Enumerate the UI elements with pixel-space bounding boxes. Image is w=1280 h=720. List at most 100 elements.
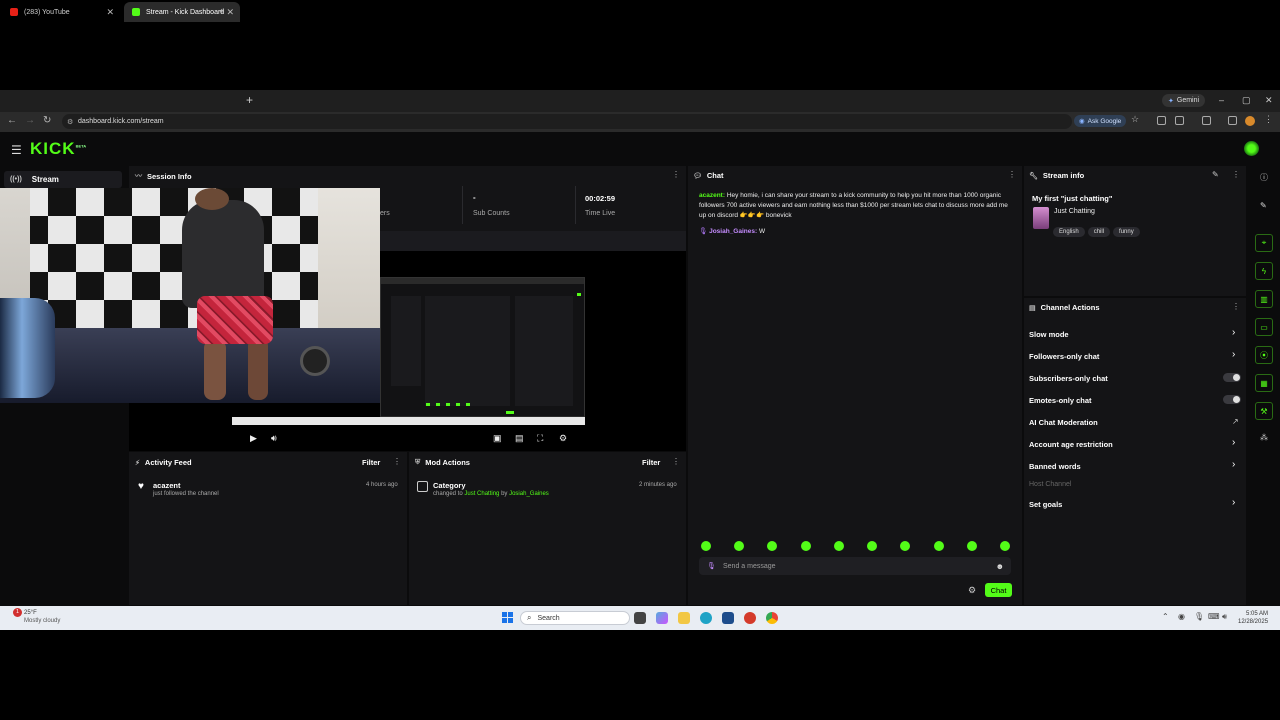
- browser-menu-icon[interactable]: ⋮: [1264, 114, 1273, 125]
- stream-category[interactable]: Just Chatting: [1054, 208, 1095, 215]
- app-icon[interactable]: [744, 612, 756, 624]
- send-chat-button[interactable]: Chat: [985, 583, 1012, 597]
- gemini-button[interactable]: ✦ Gemini: [1162, 94, 1206, 107]
- windows-start-icon[interactable]: [502, 612, 513, 623]
- channel-action-banned-words[interactable]: Banned words: [1029, 462, 1081, 471]
- chevron-right-icon[interactable]: ›: [1232, 437, 1235, 448]
- close-window-icon[interactable]: ✕: [1265, 95, 1273, 106]
- emote-icon[interactable]: [834, 541, 844, 551]
- rail-chat-icon[interactable]: ▭: [1255, 318, 1273, 336]
- close-tab-icon[interactable]: ✕: [106, 7, 114, 18]
- taskbar-clock[interactable]: 5:05 AM 12/28/2025: [1238, 610, 1268, 626]
- rail-stream-icon[interactable]: ⌖: [1255, 234, 1273, 252]
- mod-options-icon[interactable]: ⋮: [672, 457, 680, 466]
- store-icon[interactable]: [722, 612, 734, 624]
- file-explorer-icon[interactable]: [678, 612, 690, 624]
- url-bar[interactable]: ⚙ dashboard.kick.com/stream: [62, 114, 1072, 129]
- emotes-only-toggle[interactable]: [1223, 395, 1241, 404]
- rail-more-icon[interactable]: ⁂: [1260, 433, 1268, 442]
- activity-options-icon[interactable]: ⋮: [393, 457, 401, 466]
- task-view-icon[interactable]: [634, 612, 646, 624]
- theater-mode-icon[interactable]: ▤: [515, 433, 524, 444]
- chrome-icon[interactable]: [766, 612, 778, 624]
- chevron-right-icon[interactable]: ›: [1232, 327, 1235, 338]
- emote-icon[interactable]: [1000, 541, 1010, 551]
- rail-layout-icon[interactable]: ▦: [1255, 374, 1273, 392]
- close-tab-icon[interactable]: ✕: [226, 7, 234, 18]
- forward-icon[interactable]: →: [25, 115, 35, 126]
- channel-action-followers-only[interactable]: Followers-only chat: [1029, 352, 1099, 361]
- new-tab-icon[interactable]: +: [246, 93, 253, 107]
- channel-action-ai-moderation[interactable]: AI Chat Moderation: [1029, 418, 1098, 427]
- kick-logo[interactable]: KICKBETA: [30, 139, 86, 159]
- channel-actions-options-icon[interactable]: ⋮: [1232, 302, 1240, 311]
- back-icon[interactable]: ←: [7, 115, 17, 126]
- chevron-right-icon[interactable]: ›: [1232, 349, 1235, 360]
- extension-icon[interactable]: [1157, 116, 1166, 125]
- sidebar-item-stream[interactable]: ((•)) Stream: [4, 171, 122, 188]
- site-info-icon[interactable]: ⚙: [67, 118, 73, 126]
- tab-youtube[interactable]: (283) YouTube ✕: [2, 2, 120, 22]
- chat-username[interactable]: Josiah_Gaines:: [709, 228, 757, 235]
- channel-action-slow-mode[interactable]: Slow mode: [1029, 330, 1069, 339]
- copilot-icon[interactable]: [656, 612, 668, 624]
- external-link-icon[interactable]: ↗: [1232, 417, 1239, 426]
- reload-icon[interactable]: ↻: [43, 115, 51, 126]
- emote-icon[interactable]: [767, 541, 777, 551]
- emote-icon[interactable]: [967, 541, 977, 551]
- chat-options-icon[interactable]: ⋮: [1008, 170, 1016, 179]
- mic-tray-icon[interactable]: 🎙︎: [1194, 612, 1204, 621]
- chat-username[interactable]: acazent:: [699, 192, 725, 199]
- edge-icon[interactable]: [700, 612, 712, 624]
- emote-icon[interactable]: [701, 541, 711, 551]
- stream-info-options-icon[interactable]: ⋮: [1232, 170, 1240, 179]
- taskbar-search[interactable]: ⌕ Search: [520, 611, 630, 625]
- activity-filter-button[interactable]: Filter: [362, 458, 380, 467]
- channel-action-account-age[interactable]: Account age restriction: [1029, 440, 1113, 449]
- mod-action-category[interactable]: Just Chatting: [464, 491, 499, 497]
- minimize-icon[interactable]: –: [1219, 95, 1224, 105]
- subscribers-only-toggle[interactable]: [1223, 373, 1241, 382]
- edit-icon[interactable]: ✎: [1212, 170, 1219, 179]
- volume-icon[interactable]: 🔊︎: [271, 433, 277, 444]
- tray-app-icon[interactable]: ◉: [1178, 612, 1185, 621]
- mod-action-user[interactable]: Josiah_Gaines: [509, 491, 549, 497]
- pip-icon[interactable]: ▣: [493, 433, 502, 444]
- chevron-right-icon[interactable]: ›: [1232, 459, 1235, 470]
- emoji-icon[interactable]: ☻: [996, 562, 1004, 571]
- chevron-right-icon[interactable]: ›: [1232, 497, 1235, 508]
- chat-message-input[interactable]: 🎙︎ Send a message ☻: [699, 557, 1011, 575]
- info-icon[interactable]: ⓘ: [1260, 172, 1268, 183]
- channel-action-set-goals[interactable]: Set goals: [1029, 500, 1062, 509]
- tray-chevron-icon[interactable]: ⌃: [1162, 612, 1169, 621]
- fullscreen-icon[interactable]: ⛶: [537, 433, 543, 444]
- pencil-icon[interactable]: ✎: [1260, 201, 1267, 210]
- rail-broadcast-icon[interactable]: ⦿: [1255, 346, 1273, 364]
- rail-notes-icon[interactable]: ▥: [1255, 290, 1273, 308]
- user-avatar[interactable]: [1244, 141, 1259, 156]
- play-icon[interactable]: ▶: [250, 433, 257, 444]
- emote-icon[interactable]: [934, 541, 944, 551]
- activity-user[interactable]: acazent: [153, 481, 181, 490]
- mod-filter-button[interactable]: Filter: [642, 458, 660, 467]
- ask-google-button[interactable]: ◉ Ask Google: [1074, 115, 1127, 127]
- network-icon[interactable]: ⌨: [1208, 612, 1220, 621]
- session-options-icon[interactable]: ⋮: [672, 170, 680, 179]
- puzzle-icon[interactable]: [1175, 116, 1184, 125]
- reading-list-icon[interactable]: [1228, 116, 1237, 125]
- chat-settings-icon[interactable]: ⚙: [968, 585, 976, 596]
- menu-icon[interactable]: ☰: [11, 143, 22, 157]
- emote-icon[interactable]: [801, 541, 811, 551]
- emote-icon[interactable]: [867, 541, 877, 551]
- profile-avatar[interactable]: [1245, 116, 1255, 126]
- rail-wrench-icon[interactable]: ⚒: [1255, 402, 1273, 420]
- rail-bolt-icon[interactable]: ϟ: [1255, 262, 1273, 280]
- speaker-icon[interactable]: 🔊︎: [220, 8, 224, 16]
- emote-icon[interactable]: [734, 541, 744, 551]
- maximize-icon[interactable]: ▢: [1242, 95, 1251, 106]
- emote-icon[interactable]: [900, 541, 910, 551]
- bookmark-star-icon[interactable]: ☆: [1131, 114, 1139, 125]
- split-view-icon[interactable]: [1202, 116, 1211, 125]
- weather-widget[interactable]: 25°F Mostly cloudy: [10, 609, 60, 625]
- settings-icon[interactable]: ⚙: [559, 433, 567, 444]
